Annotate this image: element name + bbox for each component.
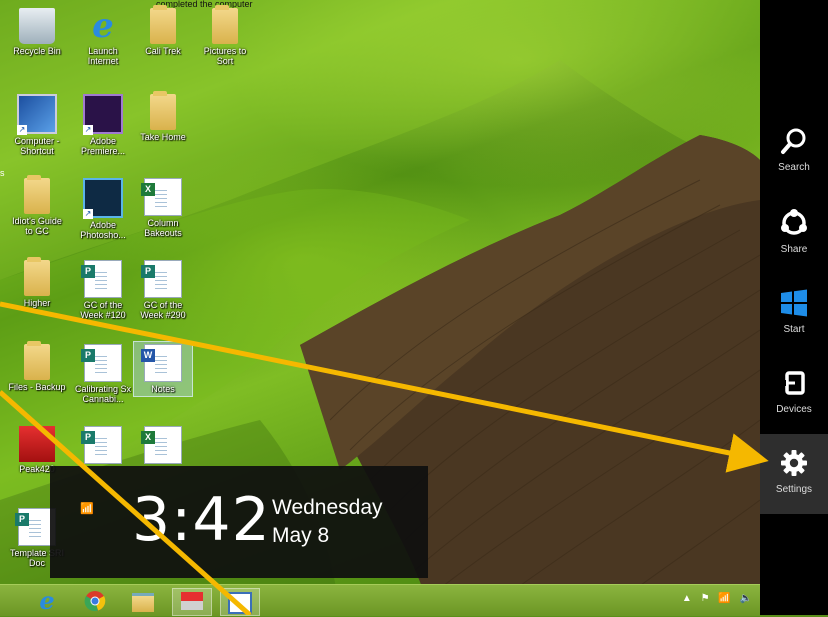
charm-label: Settings xyxy=(775,484,813,495)
taskbar-internet-explorer[interactable]: e xyxy=(28,588,66,614)
app-blue-icon xyxy=(228,592,252,614)
folder-icon xyxy=(24,341,50,380)
charm-settings[interactable]: Settings xyxy=(760,434,828,514)
action-center-flag-icon[interactable]: ⚑ xyxy=(701,593,710,604)
folder-icon xyxy=(150,91,176,130)
chrome-icon xyxy=(84,591,106,612)
icon-label: Files - Backup xyxy=(8,382,66,392)
icon-label: Idiot's Guide to GC xyxy=(12,216,62,236)
desktop-icon-recycle-bin[interactable]: Recycle Bin xyxy=(8,6,66,56)
internet-explorer-icon: e xyxy=(92,6,114,46)
icon-label: Launch Internet xyxy=(87,46,119,66)
icon-label: Higher xyxy=(23,298,51,308)
clock-day: Wednesday xyxy=(272,496,383,519)
desktop-icon-adobe-photoshop[interactable]: Adobe Photosho... xyxy=(74,176,132,240)
icon-label: Notes xyxy=(151,384,175,394)
system-tray: ▲ ⚑ 📶 🔈 xyxy=(676,593,752,604)
windows-logo-icon xyxy=(781,289,807,317)
charm-label: Search xyxy=(778,162,810,173)
desktop-icon-pictures-to-sort[interactable]: Pictures to Sort xyxy=(196,5,254,66)
icon-label: Pictures to Sort xyxy=(203,46,247,66)
clock-date: May 8 xyxy=(272,524,330,547)
recycle-bin-icon xyxy=(19,8,55,44)
icon-label: GC of the Week #290 xyxy=(140,300,186,320)
word-file-icon: W xyxy=(141,344,182,382)
folder-icon xyxy=(212,5,238,44)
desktop-icon-take-home[interactable]: Take Home xyxy=(134,91,192,142)
volume-icon[interactable]: 🔈 xyxy=(740,593,752,604)
share-icon xyxy=(781,209,807,235)
adobe-photoshop-icon xyxy=(83,178,123,219)
taskbar-file-explorer[interactable] xyxy=(124,588,162,614)
gear-icon xyxy=(781,450,807,476)
desktop-icon-excel-doc[interactable]: X xyxy=(134,424,192,466)
devices-icon xyxy=(782,371,805,395)
desktop-icon-higher[interactable]: Higher xyxy=(8,257,66,308)
clock-time: 3:42 xyxy=(132,485,271,555)
icon-label: Cali Trek xyxy=(145,46,181,56)
internet-explorer-icon: e xyxy=(39,586,55,615)
excel-file-icon: X xyxy=(141,426,182,464)
charm-label: Start xyxy=(783,324,805,335)
icon-label: Recycle Bin xyxy=(13,46,61,56)
taskbar-chrome[interactable] xyxy=(76,588,114,614)
show-hidden-icons-arrow[interactable]: ▲ xyxy=(682,593,692,604)
icon-label: Take Home xyxy=(140,132,186,142)
desktop-icon-launch-internet[interactable]: e Launch Internet xyxy=(74,6,132,66)
desktop-icon-cali-trek[interactable]: Cali Trek xyxy=(134,5,192,56)
desktop-icon-gc-week-290[interactable]: P GC of the Week #290 xyxy=(134,258,192,320)
taskbar-app-red[interactable] xyxy=(172,588,212,616)
icon-label: Adobe Premiere... xyxy=(80,136,125,156)
app-red-icon xyxy=(181,592,203,610)
adobe-premiere-icon xyxy=(83,94,123,135)
icon-label: GC of the Week #120 xyxy=(80,300,126,320)
signal-strength-icon: 📶 xyxy=(80,503,94,515)
charm-start[interactable]: Start xyxy=(760,288,828,366)
publisher-file-icon: P xyxy=(81,344,122,382)
charm-label: Devices xyxy=(776,404,812,415)
desktop-icon-notes[interactable]: W Notes xyxy=(133,341,193,397)
icon-label: Column Bakeouts xyxy=(144,218,182,238)
icon-label: Calibrating Sx Cannabi... xyxy=(74,384,132,404)
icon-label: Adobe Photosho... xyxy=(80,220,126,240)
icon-label: Computer - Shortcut xyxy=(14,136,60,156)
computer-icon xyxy=(17,94,57,135)
search-icon xyxy=(781,128,806,154)
excel-file-icon: X xyxy=(141,178,182,216)
folder-icon xyxy=(24,257,50,296)
desktop-icon-computer-shortcut[interactable]: Computer - Shortcut xyxy=(8,92,66,156)
app-red-icon xyxy=(19,426,55,462)
taskbar: e ▲ ⚑ 📶 🔈 xyxy=(0,584,760,616)
edge-text-mid: s xyxy=(0,168,5,178)
desktop-icon-adobe-premiere[interactable]: Adobe Premiere... xyxy=(74,92,132,156)
folder-icon xyxy=(150,5,176,44)
clock-date-overlay: 📶 3:42 Wednesday May 8 xyxy=(50,466,428,578)
desktop-icon-files-backup[interactable]: Files - Backup xyxy=(8,341,66,392)
charm-share[interactable]: Share xyxy=(760,208,828,286)
publisher-file-icon: P xyxy=(81,426,122,464)
charm-label: Share xyxy=(780,244,808,255)
charm-search[interactable]: Search xyxy=(760,126,828,204)
desktop-icon-column-bakeouts[interactable]: X Column Bakeouts xyxy=(134,176,192,238)
desktop-icon-gc-week-120[interactable]: P GC of the Week #120 xyxy=(74,258,132,320)
charms-bar: Search Share Start Devices Settings xyxy=(760,0,828,615)
network-icon[interactable]: 📶 xyxy=(718,593,730,604)
desktop-icon-idiots-guide[interactable]: Idiot's Guide to GC xyxy=(8,175,66,236)
desktop-icon-calibrating[interactable]: P Calibrating Sx Cannabi... xyxy=(74,342,132,404)
desktop-icon-publisher-doc[interactable]: P xyxy=(74,424,132,466)
publisher-file-icon: P xyxy=(81,260,122,298)
taskbar-app-blue[interactable] xyxy=(220,588,260,616)
file-explorer-icon xyxy=(132,593,154,612)
publisher-file-icon: P xyxy=(141,260,182,298)
folder-icon xyxy=(24,175,50,214)
